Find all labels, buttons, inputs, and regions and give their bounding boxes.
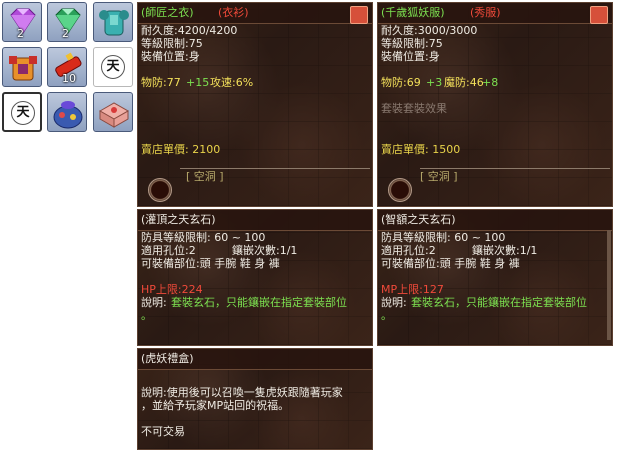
robe-icon xyxy=(350,6,368,24)
inventory-slot-purple-gem[interactable]: 2 xyxy=(2,2,42,42)
physical-defense-stat: 物防:69 xyxy=(381,76,421,89)
level-limit-text: 等級限制:75 xyxy=(381,37,443,50)
physical-defense-bonus: +3 xyxy=(426,76,443,89)
level-limit-text: 等級限制:75 xyxy=(141,37,203,50)
item-type-tag: (衣衫) xyxy=(218,6,249,19)
armor-level-requirement: 防具等級限制: 60 ~ 100 xyxy=(381,231,506,244)
description-text: 套裝玄石，只能鑲嵌在指定套裝部位 xyxy=(411,296,587,309)
tooltip-master-robe: (師匠之衣) (衣衫) 耐久度:4200/4200 等級限制:75 裝備位置:身… xyxy=(137,2,373,207)
item-name: (師匠之衣) xyxy=(141,6,194,19)
slot-quantity: 2 xyxy=(17,27,24,40)
blue-bag-icon xyxy=(53,101,83,129)
socket-hole-icon xyxy=(148,178,172,202)
description-label: 說明: xyxy=(141,296,167,309)
description-end: 。 xyxy=(141,309,152,322)
item-type-tag: (秀服) xyxy=(470,6,501,19)
durability-text: 耐久度:3000/3000 xyxy=(381,24,478,37)
magic-defense-stat: 魔防:46 xyxy=(444,76,484,89)
defense-bonus: +15 xyxy=(186,76,210,89)
magic-defense-bonus: +8 xyxy=(482,76,499,89)
inventory-slot-orange-armor[interactable] xyxy=(2,47,42,87)
inventory-slot-tian-stone-2[interactable]: 天 xyxy=(2,92,42,132)
item-name: (虎妖禮盒) xyxy=(141,352,194,365)
tian-stone-icon: 天 xyxy=(101,55,125,79)
applicable-holes: 適用孔位:2 xyxy=(381,244,436,257)
description-line-2: ，並給予玩家MP站回的祝福。 xyxy=(141,399,290,412)
tooltip-guanding-stone: (灌頂之天玄石) 防具等級限制: 60 ~ 100 適用孔位:2 鑲嵌次數:1/… xyxy=(137,209,373,346)
trade-restriction: 不可交易 xyxy=(141,425,185,438)
inventory-slot-green-gem[interactable]: 2 xyxy=(47,2,87,42)
shop-price: 賣店單價: 1500 xyxy=(381,143,461,156)
tian-stone-icon: 天 xyxy=(11,101,35,125)
robe-icon xyxy=(590,6,608,24)
inlay-count: 鑲嵌次數:1/1 xyxy=(232,244,298,257)
socket-divider xyxy=(180,168,370,169)
inventory-slot-gift-box[interactable] xyxy=(93,92,133,132)
description-line-1: 說明:使用後可以召喚一隻虎妖跟隨著玩家 xyxy=(141,386,343,399)
attack-speed-stat: 攻速:6% xyxy=(210,76,254,89)
inlay-count: 鑲嵌次數:1/1 xyxy=(472,244,538,257)
item-name: (智額之天玄石) xyxy=(381,213,456,226)
tooltip-fox-robe: (千歲狐妖服) (秀服) 耐久度:3000/3000 等級限制:75 裝備位置:… xyxy=(377,2,613,207)
applicable-holes: 適用孔位:2 xyxy=(141,244,196,257)
equip-parts: 可裝備部位:頭 手腕 鞋 身 褲 xyxy=(381,257,520,270)
socket-divider xyxy=(420,168,610,169)
description-text: 套裝玄石，只能鑲嵌在指定套裝部位 xyxy=(171,296,347,309)
inventory-slot-firecracker[interactable]: 10 xyxy=(47,47,87,87)
teal-armor-icon xyxy=(99,10,129,36)
item-name: (灌頂之天玄石) xyxy=(141,213,216,226)
socket-empty-label: [ 空洞 ] xyxy=(420,170,458,183)
gift-box-icon xyxy=(98,102,130,128)
inventory-slot-blue-bag[interactable] xyxy=(47,92,87,132)
set-effect-faded-text: 套裝套裝效果 xyxy=(381,102,447,115)
description-label: 說明: xyxy=(381,296,407,309)
tooltip-zhiling-stone: (智額之天玄石) 防具等級限制: 60 ~ 100 適用孔位:2 鑲嵌次數:1/… xyxy=(377,209,613,346)
description-end: 。 xyxy=(381,309,392,322)
slot-quantity: 2 xyxy=(62,27,69,40)
equip-parts: 可裝備部位:頭 手腕 鞋 身 褲 xyxy=(141,257,280,270)
socket-hole-icon xyxy=(388,178,412,202)
tooltip-scrollbar xyxy=(607,230,611,340)
defense-stat: 物防:77 xyxy=(141,76,181,89)
item-name: (千歲狐妖服) xyxy=(381,6,445,19)
inventory-slot-tian-stone[interactable]: 天 xyxy=(93,47,133,87)
orange-armor-icon xyxy=(9,56,37,81)
shop-price: 賣店單價: 2100 xyxy=(141,143,221,156)
durability-text: 耐久度:4200/4200 xyxy=(141,24,238,37)
socket-empty-label: [ 空洞 ] xyxy=(186,170,224,183)
equip-slot-text: 裝備位置:身 xyxy=(141,50,200,63)
armor-level-requirement: 防具等級限制: 60 ~ 100 xyxy=(141,231,266,244)
inventory-slot-teal-armor[interactable] xyxy=(93,2,133,42)
tooltip-tiger-gift-box: (虎妖禮盒) 說明:使用後可以召喚一隻虎妖跟隨著玩家 ，並給予玩家MP站回的祝福… xyxy=(137,348,373,450)
slot-quantity: 10 xyxy=(62,72,76,85)
hp-limit-stat: HP上限:224 xyxy=(141,283,203,296)
mp-limit-stat: MP上限:127 xyxy=(381,283,444,296)
equip-slot-text: 裝備位置:身 xyxy=(381,50,440,63)
